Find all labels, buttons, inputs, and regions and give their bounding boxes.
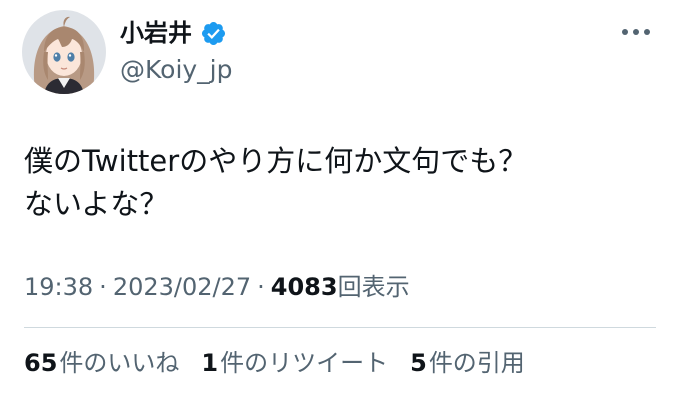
quotes-stat[interactable]: 5件の引用 bbox=[410, 346, 525, 380]
retweets-stat[interactable]: 1件のリツイート bbox=[201, 346, 388, 380]
user-handle[interactable]: @Koiy_jp bbox=[120, 54, 233, 86]
tweet-date[interactable]: 2023/02/27 bbox=[113, 273, 251, 301]
tweet-text-line: 僕のTwitterのやり方に何か文句でも？ bbox=[24, 144, 528, 178]
views-count: 4083 bbox=[270, 273, 338, 301]
quotes-label: 件の引用 bbox=[428, 349, 525, 377]
more-options-icon bbox=[622, 29, 650, 35]
retweets-label: 件のリツイート bbox=[220, 349, 389, 377]
avatar-image bbox=[22, 10, 106, 94]
more-options-button[interactable] bbox=[616, 20, 656, 44]
views-label: 回表示 bbox=[337, 273, 410, 301]
tweet-meta: 19:38 · 2023/02/27 · 4083回表示 bbox=[24, 270, 410, 304]
meta-separator: · bbox=[99, 273, 107, 301]
likes-stat[interactable]: 65件のいいね bbox=[24, 346, 179, 380]
verified-badge-icon bbox=[201, 21, 226, 45]
engagement-stats: 65件のいいね 1件のリツイート 5件の引用 bbox=[24, 346, 525, 380]
tweet-time[interactable]: 19:38 bbox=[24, 273, 93, 301]
tweet-text-line: ないよな？ bbox=[24, 187, 169, 221]
meta-separator: · bbox=[257, 273, 265, 301]
tweet-text: 僕のTwitterのやり方に何か文句でも？ ないよな？ bbox=[24, 140, 654, 226]
display-name-row[interactable]: 小岩井 bbox=[120, 18, 227, 48]
display-name[interactable]: 小岩井 bbox=[120, 18, 192, 48]
tweet-card: 小岩井 @Koiy_jp 僕のTwitterのやり方に何か文句でも？ ないよな？… bbox=[0, 0, 680, 400]
quotes-count: 5 bbox=[410, 349, 427, 377]
likes-label: 件のいいね bbox=[59, 349, 180, 377]
retweets-count: 1 bbox=[201, 349, 219, 377]
likes-count: 65 bbox=[24, 349, 58, 377]
divider bbox=[24, 327, 656, 328]
avatar[interactable] bbox=[22, 10, 106, 94]
